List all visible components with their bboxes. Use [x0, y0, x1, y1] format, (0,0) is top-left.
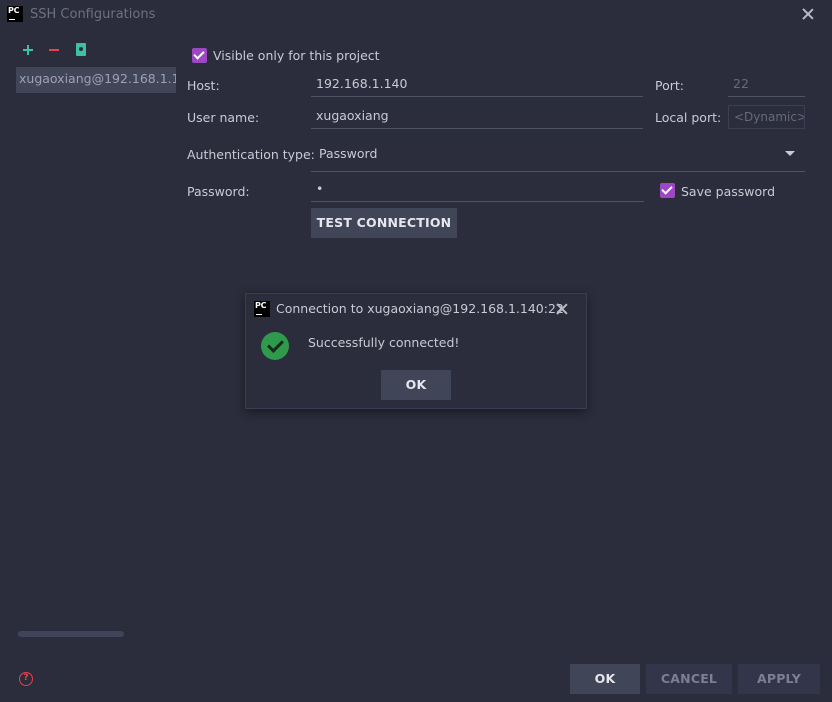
- cancel-button[interactable]: CANCEL: [646, 664, 732, 694]
- remove-icon[interactable]: [46, 42, 62, 58]
- user-name-input[interactable]: xugaoxiang: [311, 103, 643, 129]
- pycharm-logo-icon: PC: [7, 6, 23, 22]
- visible-only-label: Visible only for this project: [213, 48, 380, 63]
- local-port-label: Local port:: [655, 110, 722, 125]
- test-connection-button[interactable]: TEST CONNECTION: [311, 208, 457, 238]
- visible-only-checkbox[interactable]: [192, 48, 207, 63]
- save-password-label: Save password: [681, 184, 776, 199]
- host-input[interactable]: 192.168.1.140: [311, 71, 643, 97]
- host-label: Host:: [187, 78, 220, 93]
- user-name-label: User name:: [187, 110, 260, 125]
- apply-button[interactable]: APPLY: [738, 664, 820, 694]
- auth-type-label: Authentication type:: [187, 147, 315, 162]
- close-window-icon[interactable]: [800, 6, 816, 22]
- ok-button[interactable]: OK: [570, 664, 640, 694]
- local-port-input[interactable]: <Dynamic>: [728, 105, 805, 129]
- port-input[interactable]: 22: [728, 71, 805, 97]
- sidebar-item-host[interactable]: xugaoxiang@192.168.1.140: [16, 67, 176, 93]
- ssh-configurations-window: PC SSH Configurations xugaoxiang@192.168…: [0, 0, 832, 702]
- auth-type-value: Password: [319, 146, 378, 161]
- sidebar-horizontal-scrollbar[interactable]: [18, 631, 124, 637]
- copy-icon[interactable]: [73, 42, 89, 58]
- port-label: Port:: [655, 78, 684, 93]
- auth-type-select[interactable]: Password: [311, 140, 805, 172]
- chevron-down-icon: [785, 151, 795, 156]
- dialog-ok-button[interactable]: OK: [381, 370, 451, 400]
- password-label: Password:: [187, 184, 250, 199]
- password-input[interactable]: •: [311, 176, 644, 202]
- pycharm-logo-icon: PC: [254, 301, 270, 317]
- window-title: SSH Configurations: [30, 7, 156, 22]
- dialog-title: Connection to xugaoxiang@192.168.1.140:2…: [276, 301, 564, 316]
- success-check-icon: [261, 332, 289, 360]
- save-password-checkbox[interactable]: [660, 183, 675, 198]
- dialog-message: Successfully connected!: [308, 335, 460, 350]
- add-icon[interactable]: [20, 42, 36, 58]
- title-bar: PC SSH Configurations: [0, 0, 832, 30]
- help-icon[interactable]: ?: [19, 672, 33, 686]
- close-dialog-icon[interactable]: [554, 301, 570, 317]
- connection-dialog: PC Connection to xugaoxiang@192.168.1.14…: [245, 293, 587, 409]
